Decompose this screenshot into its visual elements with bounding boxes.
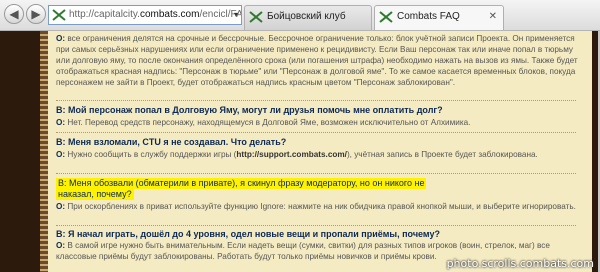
divider [56, 132, 576, 133]
faq-answer: О: При оскорблениях в приват используйте… [56, 201, 582, 212]
faq-question-highlighted: В: Меня обозвали (обматерили в привате),… [56, 178, 427, 189]
answer-prefix: О: [56, 118, 66, 127]
url-text: http://capitalcity.combats.com/encicl/FA… [69, 9, 241, 20]
tab-fight-club[interactable]: Бойцовский клуб [244, 5, 372, 30]
answer-prefix: О: [56, 34, 66, 43]
answer-text: Нет. Перевод средств персонажу, находяще… [65, 118, 471, 127]
address-bar[interactable]: http://capitalcity.combats.com/encicl/FA… [48, 5, 242, 25]
faq-question: В: Я начал играть, дошёл до 4 уровня, од… [56, 229, 440, 239]
watermark: photo.scrolls.combats.com [446, 257, 594, 270]
divider [56, 173, 576, 174]
back-button[interactable]: ◀ [4, 4, 24, 24]
page-viewport: О: все ограничения делятся на срочные и … [0, 31, 600, 272]
tab-combats-faq[interactable]: Combats FAQ ✕ [374, 5, 504, 30]
left-decorative-border [0, 31, 40, 272]
crossed-swords-icon [379, 11, 393, 23]
chain-border-decoration [40, 31, 48, 272]
answer-prefix: О: [56, 150, 66, 159]
faq-content: О: все ограничения делятся на срочные и … [56, 31, 586, 272]
support-link[interactable]: http://support.combats.com/ [236, 150, 347, 159]
crossed-swords-icon [52, 9, 66, 21]
faq-question-highlighted: наказал, почему? [56, 189, 134, 200]
forward-button[interactable]: ▶ [26, 4, 46, 24]
browser-toolbar: ◀ ▶ http://capitalcity.combats.com/encic… [0, 0, 600, 31]
answer-text: При оскорблениях в приват используйте фу… [65, 202, 576, 211]
address-dropdown-icon[interactable]: ▾ [234, 6, 238, 24]
faq-answer: О: все ограничения делятся на срочные и … [56, 33, 582, 88]
faq-question: В: Мой персонаж попал в Долговую Яму, мо… [56, 105, 443, 115]
divider [56, 100, 576, 101]
faq-answer: О: Нужно сообщить в службу поддержки игр… [56, 149, 582, 160]
answer-text: ), учётная запись в Проекте будет заблок… [346, 150, 538, 159]
faq-question: В: Меня взломали, CTU я не создавал. Что… [56, 137, 287, 147]
back-arrow-icon: ◀ [9, 7, 19, 21]
crossed-swords-icon [249, 11, 263, 23]
forward-arrow-icon: ▶ [31, 7, 41, 21]
tab-label: Бойцовский клуб [267, 11, 346, 22]
divider [56, 225, 576, 226]
answer-prefix: О: [56, 241, 66, 250]
tab-label: Combats FAQ [397, 11, 460, 22]
faq-answer: О: Нет. Перевод средств персонажу, наход… [56, 117, 582, 128]
answer-text: все ограничения делятся на срочные и бес… [56, 34, 578, 87]
answer-text: Нужно сообщить в службу поддержки игры ( [65, 150, 237, 159]
close-tab-icon[interactable]: ✕ [489, 6, 497, 28]
answer-prefix: О: [56, 202, 66, 211]
